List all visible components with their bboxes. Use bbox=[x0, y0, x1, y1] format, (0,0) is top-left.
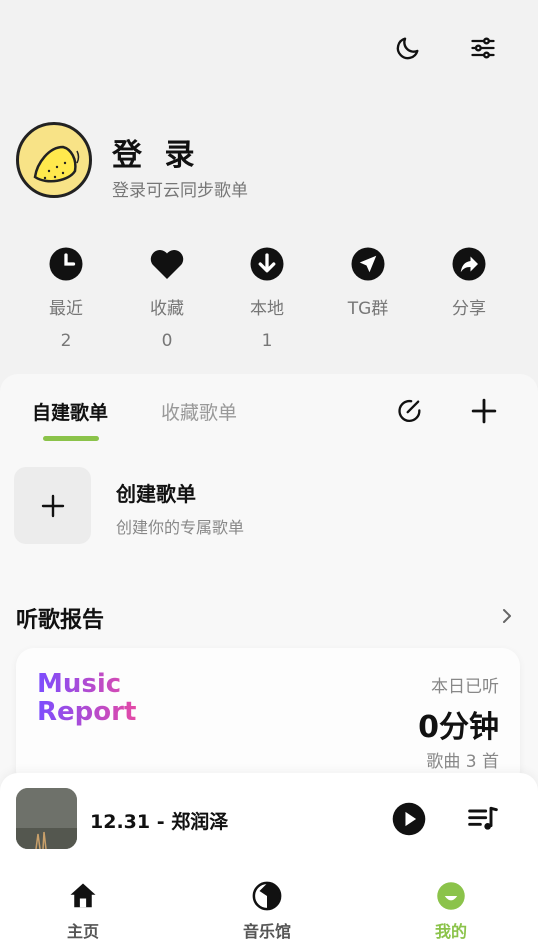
create-playlist-subtitle: 创建你的专属歌单 bbox=[116, 518, 245, 537]
home-icon bbox=[67, 880, 99, 912]
music-hall-icon bbox=[251, 880, 283, 912]
quick-label: 本地 bbox=[250, 299, 284, 319]
quick-label: 最近 bbox=[49, 299, 83, 319]
quick-label: 分享 bbox=[452, 299, 486, 319]
quick-count: 2 bbox=[60, 331, 72, 351]
login-subtitle: 登录可云同步歌单 bbox=[112, 181, 248, 201]
play-icon[interactable] bbox=[390, 800, 428, 838]
edit-icon[interactable] bbox=[393, 394, 427, 428]
quick-share[interactable]: 分享 bbox=[429, 246, 509, 319]
report-songs: 歌曲 3 首 bbox=[426, 752, 499, 772]
quick-label: TG群 bbox=[347, 299, 389, 319]
heart-icon bbox=[149, 246, 185, 282]
avatar[interactable] bbox=[16, 122, 92, 198]
download-icon bbox=[249, 246, 285, 282]
tab-indicator bbox=[43, 436, 99, 441]
quick-count: 1 bbox=[261, 331, 273, 351]
report-card[interactable]: Music Report 本日已听 0分钟 歌曲 3 首 bbox=[16, 648, 520, 788]
create-playlist-button[interactable] bbox=[14, 467, 91, 544]
album-cover[interactable] bbox=[16, 788, 77, 849]
quick-recent[interactable]: 最近 2 bbox=[26, 246, 106, 351]
clock-icon bbox=[48, 246, 84, 282]
profile-icon bbox=[435, 880, 467, 912]
quick-local[interactable]: 本地 1 bbox=[227, 246, 307, 351]
nav-home[interactable]: 主页 bbox=[33, 880, 133, 942]
quick-telegram[interactable]: TG群 bbox=[328, 246, 408, 319]
nav-music-hall[interactable]: 音乐馆 bbox=[217, 880, 317, 942]
share-icon bbox=[451, 246, 487, 282]
report-label: 本日已听 bbox=[431, 677, 499, 697]
quick-favorites[interactable]: 收藏 0 bbox=[127, 246, 207, 351]
playlist-queue-icon[interactable] bbox=[464, 800, 502, 838]
create-playlist-title[interactable]: 创建歌单 bbox=[116, 478, 196, 507]
nav-label: 我的 bbox=[434, 922, 467, 941]
login-title[interactable]: 登 录 bbox=[112, 130, 200, 174]
report-value: 0分钟 bbox=[418, 710, 499, 745]
sliders-icon[interactable] bbox=[465, 30, 501, 66]
chevron-right-icon[interactable] bbox=[496, 604, 518, 628]
plus-icon bbox=[41, 494, 64, 517]
telegram-icon bbox=[350, 246, 386, 282]
quick-label: 收藏 bbox=[150, 299, 184, 319]
add-icon[interactable] bbox=[467, 394, 501, 428]
moon-icon[interactable] bbox=[390, 30, 426, 66]
nav-label: 主页 bbox=[66, 922, 99, 941]
music-report-logo: Music Report bbox=[37, 670, 136, 726]
nav-profile[interactable]: 我的 bbox=[401, 880, 501, 942]
quick-count: 0 bbox=[161, 331, 173, 351]
logo-line: Report bbox=[37, 697, 137, 727]
tab-collected-playlists[interactable]: 收藏歌单 bbox=[161, 398, 237, 425]
tab-my-playlists[interactable]: 自建歌单 bbox=[32, 398, 108, 425]
nav-label: 音乐馆 bbox=[242, 922, 291, 941]
track-title[interactable]: 12.31 - 郑润泽 bbox=[90, 807, 228, 834]
logo-line: Music bbox=[37, 669, 122, 699]
report-section-title: 听歌报告 bbox=[16, 608, 105, 633]
